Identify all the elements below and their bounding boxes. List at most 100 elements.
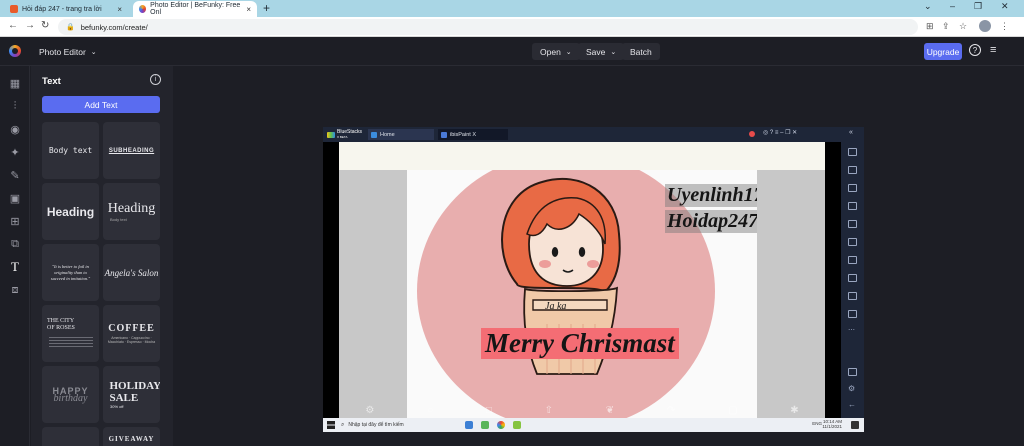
text-preset-body-text[interactable]: Body text xyxy=(42,122,99,179)
text-preset-coffee[interactable]: COFFEE Americano · Cappuccino · Macchiat… xyxy=(103,305,160,362)
media-icon xyxy=(848,238,857,246)
hoidap-favicon-icon xyxy=(10,5,18,13)
app-icon xyxy=(513,421,521,429)
hamburger-menu-icon[interactable]: ≡ xyxy=(990,44,996,56)
new-tab-button[interactable]: + xyxy=(263,1,270,15)
tab-title: Hỏi đáp 247 - trang tra lời xyxy=(22,5,102,13)
restore-button[interactable]: ❐ xyxy=(974,1,982,12)
text-preset-subheading[interactable]: SUBHEADING xyxy=(103,122,160,179)
bluestacks-logo: BlueStacks X BETA xyxy=(327,129,367,140)
text-preset-salon[interactable]: Angela's Salon xyxy=(103,244,160,301)
text-preset-partial[interactable] xyxy=(42,427,99,446)
text-preset-happy-birthday[interactable]: HAPPY birthday xyxy=(42,366,99,423)
text-icon[interactable]: T xyxy=(8,259,22,274)
bluestacks-tab-ibispaint: ibisPaint X xyxy=(438,129,508,140)
redo-icon: ↷ xyxy=(666,404,676,416)
brush-icon[interactable]: ✎ xyxy=(8,168,22,182)
folder-icon xyxy=(848,292,857,300)
chevron-down-icon: ⌄ xyxy=(565,48,572,56)
minimize-button[interactable]: – xyxy=(950,1,955,11)
share-icon[interactable]: ⇪ xyxy=(942,21,950,32)
tab-title: Photo Editor | BeFunky: Free Onl xyxy=(150,2,241,16)
overlay-text-hoidap: Hoidap247 xyxy=(665,210,757,233)
taskbar-lang: ENG xyxy=(812,421,822,426)
close-window-button[interactable]: ✕ xyxy=(1001,1,1009,12)
chevron-down-icon: ⌄ xyxy=(90,48,97,56)
apk-icon xyxy=(848,202,857,210)
notification-icon xyxy=(749,131,755,137)
home-icon xyxy=(371,131,377,138)
lock-icon: 🔒 xyxy=(66,24,75,31)
bluestacks-titlebar: BlueStacks X BETA Home ibisPaint X ◎ ? ≡… xyxy=(323,127,864,142)
batch-button[interactable]: Batch xyxy=(622,43,660,60)
preset-sublabel: Americano · Cappuccino · Macchiato · Esp… xyxy=(107,336,156,344)
editor-canvas[interactable]: BlueStacks X BETA Home ibisPaint X ◎ ? ≡… xyxy=(173,66,1024,446)
text-preset-heading-serif[interactable]: Heading Body text xyxy=(103,183,160,240)
install-icon[interactable]: ⊞ xyxy=(926,21,934,32)
add-text-button[interactable]: Add Text xyxy=(42,96,160,113)
eye-icon[interactable]: ◉ xyxy=(8,122,22,136)
text-preset-giveaway[interactable]: GIVEAWAY xyxy=(103,427,160,446)
browser-tab-befunky[interactable]: Photo Editor | BeFunky: Free Onl × xyxy=(133,1,257,17)
info-icon[interactable]: i xyxy=(150,74,161,85)
upload-icon: ⇧ xyxy=(544,404,554,416)
preset-sublabel: Body text xyxy=(110,217,127,222)
ibispaint-bottom-toolbar: ⚙ ○ □ ⇧ ❦ ↷ ▢ ✱ xyxy=(339,402,825,418)
text-preset-quote[interactable]: "It is better to fail in originality tha… xyxy=(42,244,99,301)
reload-icon[interactable]: ↻ xyxy=(41,20,49,31)
url-text: befunky.com/create/ xyxy=(80,22,148,32)
upgrade-button[interactable]: Upgrade xyxy=(924,43,962,60)
bs-tab-label: ibisPaint X xyxy=(450,131,476,138)
app-header: Photo Editor ⌄ Open ⌄ Save ⌄ Batch Upgra… xyxy=(0,37,1024,66)
forward-arrow-icon[interactable]: → xyxy=(25,20,35,31)
browser-menu-icon[interactable]: ⋮ xyxy=(1000,21,1009,32)
bluestacks-taskbar-icon xyxy=(481,421,489,429)
bookmark-star-icon[interactable]: ☆ xyxy=(959,21,967,32)
tab-close-icon[interactable]: × xyxy=(117,5,122,14)
ibispaint-toolbar-area xyxy=(339,142,825,170)
preset-sublabel: birthday xyxy=(53,392,88,404)
edited-photo[interactable]: BlueStacks X BETA Home ibisPaint X ◎ ? ≡… xyxy=(323,127,864,432)
android-screen: Ja ka Uyenlinh1707 Hoidap247 Merry Chris… xyxy=(339,142,825,418)
mode-label: Photo Editor xyxy=(39,46,86,57)
tab-search-chevron-icon[interactable]: ⌄ xyxy=(924,1,932,12)
sliders-icon[interactable]: ⫶ xyxy=(8,99,22,113)
text-preset-heading-bold[interactable]: Heading xyxy=(42,183,99,240)
befunky-logo-icon[interactable] xyxy=(9,45,21,57)
tab-close-icon[interactable]: × xyxy=(246,5,251,14)
sweater-text: Ja ka xyxy=(545,301,566,312)
layers-icon[interactable]: ▦ xyxy=(8,76,22,90)
preset-label: SUBHEADING xyxy=(108,147,155,154)
profile-avatar[interactable] xyxy=(979,20,991,32)
notification-center-icon xyxy=(851,421,859,429)
chevron-down-icon: ⌄ xyxy=(610,48,617,56)
help-icon[interactable]: ? xyxy=(969,44,981,56)
text-preset-city-roses[interactable]: THE CITY OF ROSES xyxy=(42,305,99,362)
address-bar[interactable]: 🔒 befunky.com/create/ xyxy=(58,19,918,35)
back-arrow-icon[interactable]: ← xyxy=(8,20,18,31)
browser-tab-hoidap[interactable]: Hỏi đáp 247 - trang tra lời × xyxy=(4,1,128,17)
befunky-favicon-icon xyxy=(139,5,147,13)
graphics-icon[interactable]: ⧉ xyxy=(8,237,22,251)
texture-icon[interactable]: ⧈ xyxy=(8,283,22,297)
collage-icon[interactable]: ⊞ xyxy=(8,214,22,228)
text-preset-holiday-sale[interactable]: HOLIDAY SALE 30% off xyxy=(103,366,160,423)
preset-label: THE CITY OF ROSES xyxy=(47,318,75,331)
taskbar-search: ⌕ Nhập tại đây để tìm kiếm xyxy=(341,420,461,430)
taskbar-clock: 10:14 AM 11/1/2021 xyxy=(822,419,842,429)
bluestacks-sidebar: ⋯ ⚙ ← xyxy=(841,142,864,418)
more-icon: ⋯ xyxy=(848,327,855,334)
save-menu-button[interactable]: Save ⌄ xyxy=(578,43,625,60)
overlay-text-merry-chrismast: Merry Chrismast xyxy=(481,328,679,359)
mode-dropdown[interactable]: Photo Editor ⌄ xyxy=(31,43,105,60)
layers-icon: ▢ xyxy=(728,404,738,416)
panel-title: Text xyxy=(42,76,61,87)
keyboard-icon xyxy=(848,184,857,192)
sparkle-icon[interactable]: ✦ xyxy=(8,145,22,159)
open-menu-button[interactable]: Open ⌄ xyxy=(532,43,580,60)
preset-label: COFFEE xyxy=(108,323,155,334)
preset-label: HOLIDAY SALE xyxy=(109,380,161,404)
frame-icon[interactable]: ▣ xyxy=(8,191,22,205)
tool-rail: ▦ ⫶ ◉ ✦ ✎ ▣ ⊞ ⧉ T ⧈ xyxy=(0,66,30,446)
volume-icon xyxy=(848,166,857,174)
